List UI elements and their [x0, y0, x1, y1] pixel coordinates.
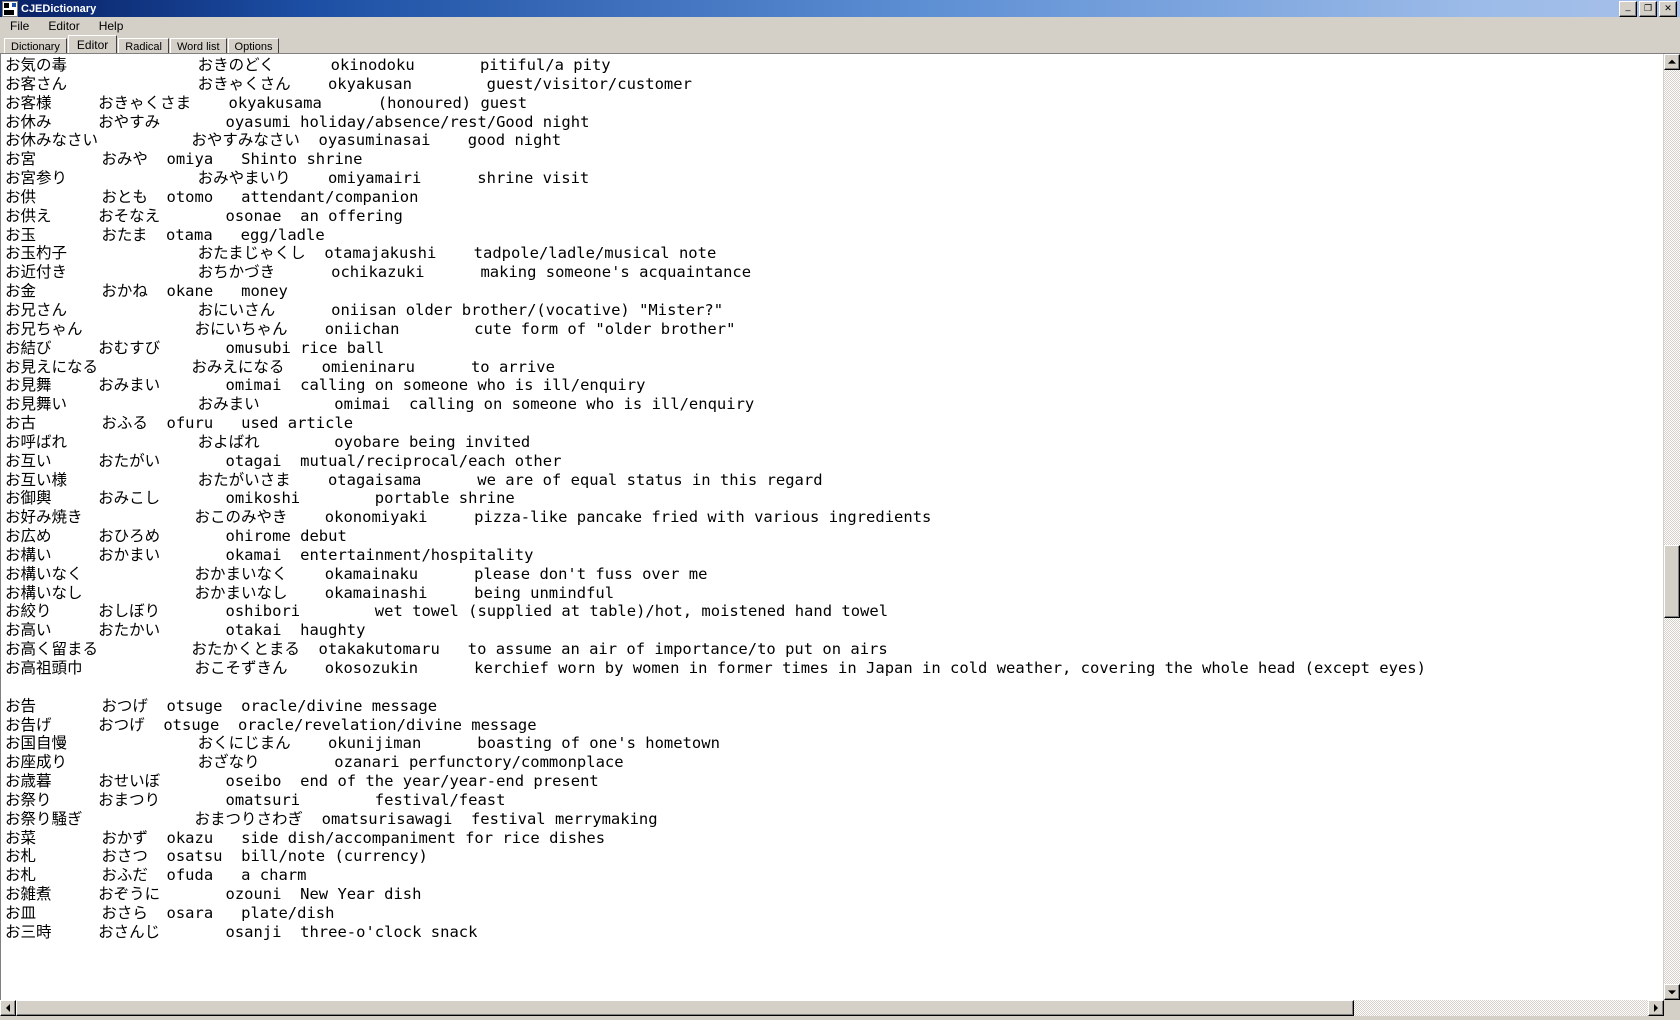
horizontal-scroll-track[interactable]	[16, 1000, 1648, 1016]
menu-file[interactable]: File	[6, 18, 38, 34]
title-bar[interactable]: CJEDictionary _ ❐ ✕	[0, 0, 1680, 17]
menu-editor[interactable]: Editor	[44, 18, 88, 34]
restore-icon: ❐	[1643, 2, 1653, 13]
minimize-button[interactable]: _	[1619, 0, 1637, 17]
left-arrow-icon	[6, 1004, 10, 1012]
menu-help[interactable]: Help	[95, 18, 133, 34]
dictionary-text-area[interactable]: お気の毒 おきのどく okinodoku pitiful/a pity お客さん…	[1, 54, 1663, 1000]
status-strip	[0, 1016, 1680, 1020]
vertical-scrollbar[interactable]	[1663, 54, 1680, 1000]
app-icon[interactable]	[2, 0, 18, 17]
maximize-restore-button[interactable]: ❐	[1639, 0, 1657, 17]
tab-radical[interactable]: Radical	[118, 38, 169, 53]
close-icon: ✕	[1664, 2, 1672, 13]
close-button[interactable]: ✕	[1659, 0, 1677, 17]
window-title: CJEDictionary	[21, 2, 97, 15]
horizontal-scrollbar[interactable]	[0, 1000, 1664, 1016]
tab-options[interactable]: Options	[227, 38, 280, 53]
horizontal-scroll-thumb[interactable]	[16, 1000, 1355, 1016]
tab-bar: Dictionary Editor Radical Word list Opti…	[0, 35, 1680, 53]
application-window: CJEDictionary _ ❐ ✕ File Editor Help Dic…	[0, 0, 1680, 1020]
scroll-right-button[interactable]	[1648, 1000, 1664, 1016]
window-controls: _ ❐ ✕	[1619, 0, 1679, 17]
scrollbar-corner	[1664, 1000, 1680, 1016]
menu-bar: File Editor Help	[0, 17, 1680, 35]
editor-client-area: お気の毒 おきのどく okinodoku pitiful/a pity お客さん…	[0, 53, 1680, 1000]
down-arrow-icon	[1668, 990, 1676, 995]
dictionary-entries-text[interactable]: お気の毒 おきのどく okinodoku pitiful/a pity お客さん…	[5, 56, 1663, 942]
up-arrow-icon	[1668, 59, 1676, 64]
scroll-up-button[interactable]	[1664, 54, 1680, 70]
vertical-scroll-track[interactable]	[1664, 70, 1680, 984]
tab-dictionary[interactable]: Dictionary	[4, 38, 67, 53]
minimize-icon: _	[1625, 0, 1631, 11]
tab-editor[interactable]: Editor	[67, 35, 118, 53]
right-arrow-icon	[1654, 1004, 1658, 1012]
scroll-left-button[interactable]	[0, 1000, 16, 1016]
scroll-down-button[interactable]	[1664, 984, 1680, 1000]
tab-word-list[interactable]: Word list	[169, 38, 227, 53]
vertical-scroll-thumb[interactable]	[1664, 545, 1680, 619]
horizontal-scrollbar-row	[0, 1000, 1680, 1016]
